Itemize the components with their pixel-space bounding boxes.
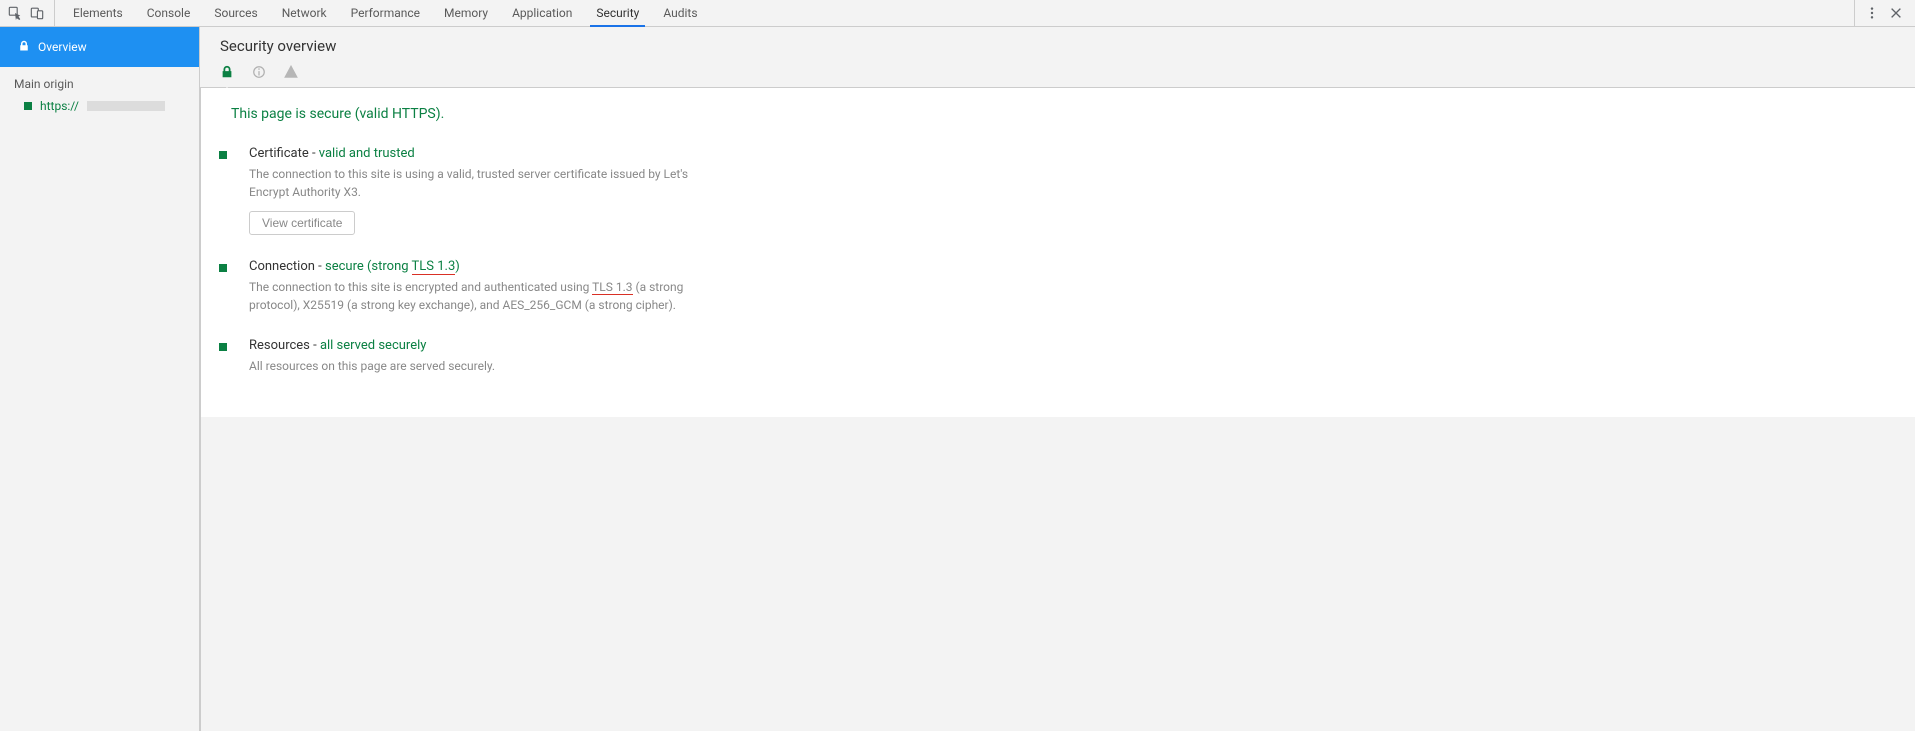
security-overview-content: This page is secure (valid HTTPS). Certi… (201, 88, 961, 417)
tab-sources[interactable]: Sources (202, 0, 269, 26)
origin-url-redacted (87, 101, 165, 111)
tabstrip-left-tools (2, 0, 55, 26)
page-title: Security overview (220, 37, 1895, 55)
resources-section: Resources - all served securely All reso… (213, 332, 949, 393)
tab-elements[interactable]: Elements (61, 0, 135, 26)
connection-title: Connection - secure (strong TLS 1.3) (249, 259, 709, 274)
tab-console[interactable]: Console (135, 0, 203, 26)
secure-indicator-icon (24, 102, 32, 110)
status-secure-icon[interactable] (220, 65, 234, 79)
certificate-description: The connection to this site is using a v… (249, 165, 709, 201)
origin-url-prefix: https:// (40, 99, 79, 113)
resources-title: Resources - all served securely (249, 338, 709, 353)
tab-security[interactable]: Security (584, 0, 651, 26)
sidebar-overview-label: Overview (38, 40, 87, 54)
inspect-element-icon[interactable] (8, 6, 22, 20)
security-status-icons (220, 65, 1895, 87)
sidebar-section-title: Main origin (0, 67, 199, 97)
tab-performance[interactable]: Performance (339, 0, 432, 26)
tab-application[interactable]: Application (500, 0, 584, 26)
security-overview-header: Security overview (200, 27, 1915, 88)
lock-icon (18, 40, 30, 55)
page-secure-status: This page is secure (valid HTTPS). (213, 106, 949, 140)
connection-description: The connection to this site is encrypted… (249, 278, 709, 314)
tab-network[interactable]: Network (270, 0, 339, 26)
secure-indicator-icon (219, 343, 227, 351)
certificate-section: Certificate - valid and trusted The conn… (213, 140, 949, 253)
tabstrip-right-tools (1854, 0, 1913, 26)
sidebar-origin-item[interactable]: https:// (0, 97, 199, 115)
close-devtools-icon[interactable] (1889, 6, 1903, 20)
status-info-icon[interactable] (252, 65, 266, 79)
certificate-title: Certificate - valid and trusted (249, 146, 709, 161)
tab-audits[interactable]: Audits (651, 0, 709, 26)
more-options-icon[interactable] (1865, 6, 1879, 20)
view-certificate-button[interactable]: View certificate (249, 211, 355, 235)
devtools-tabs: ElementsConsoleSourcesNetworkPerformance… (61, 0, 710, 26)
security-sidebar: Overview Main origin https:// (0, 27, 200, 731)
resources-description: All resources on this page are served se… (249, 357, 709, 375)
sidebar-overview-item[interactable]: Overview (0, 27, 199, 67)
toggle-device-toolbar-icon[interactable] (30, 6, 44, 20)
secure-indicator-icon (219, 151, 227, 159)
devtools-tabstrip: ElementsConsoleSourcesNetworkPerformance… (0, 0, 1915, 27)
connection-section: Connection - secure (strong TLS 1.3) The… (213, 253, 949, 332)
secure-indicator-icon (219, 264, 227, 272)
tab-memory[interactable]: Memory (432, 0, 500, 26)
status-warning-icon[interactable] (284, 65, 298, 79)
